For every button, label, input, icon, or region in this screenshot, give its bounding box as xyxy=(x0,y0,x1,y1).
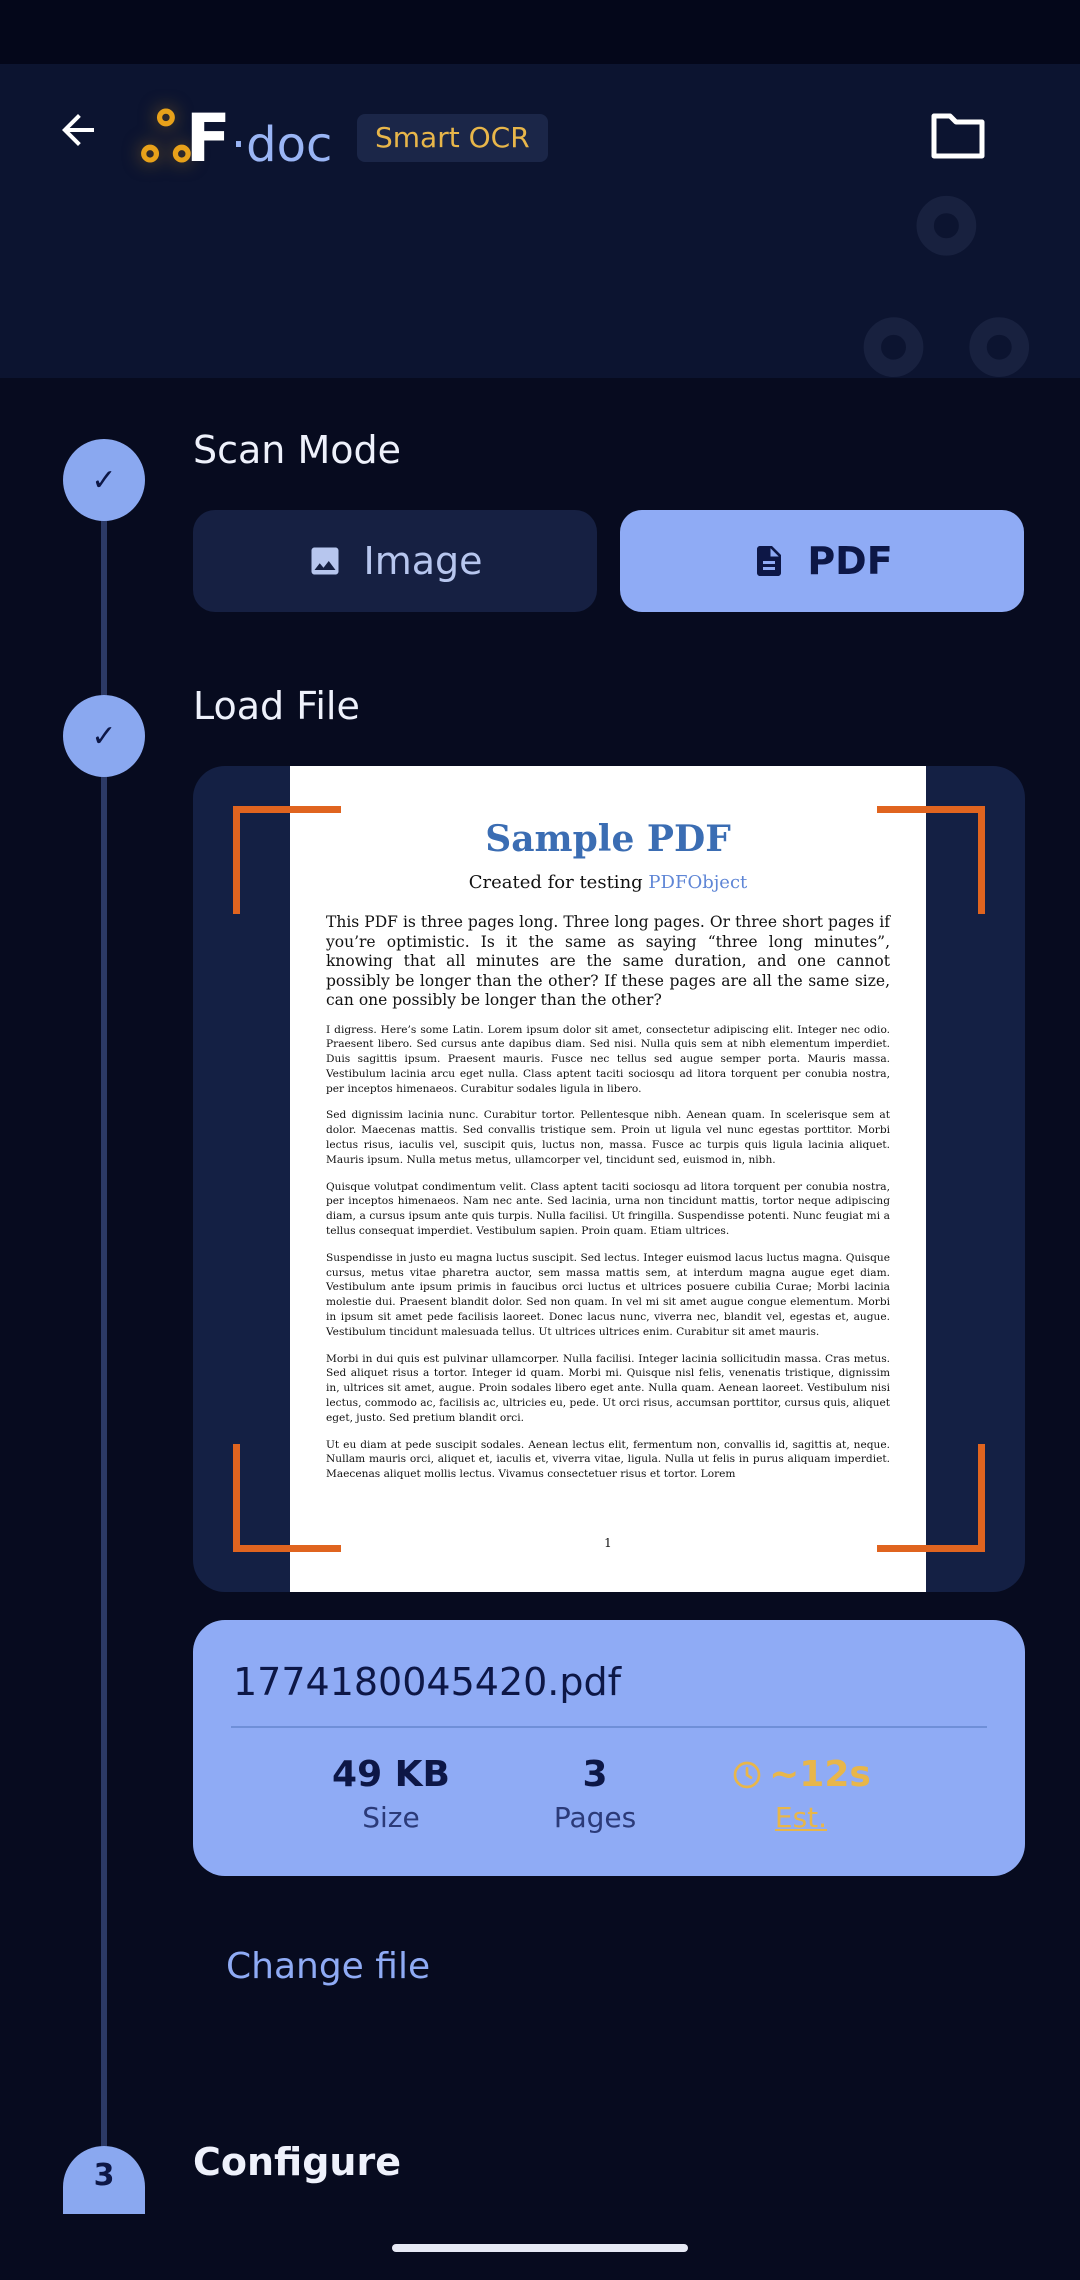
doc-subtitle-prefix: Created for testing xyxy=(468,872,649,893)
doc-page-number: 1 xyxy=(604,1536,612,1550)
step-3-number: 3 xyxy=(93,2158,115,2193)
file-preview: Sample PDF Created for testing PDFObject… xyxy=(193,766,1025,1592)
doc-paragraph: Suspendisse in justo eu magna luctus sus… xyxy=(326,1251,890,1338)
smart-ocr-badge: Smart OCR xyxy=(357,114,548,162)
change-file-button[interactable]: Change file xyxy=(226,1946,430,1987)
image-icon xyxy=(311,547,339,575)
estimated-time-label: Est. xyxy=(774,1801,828,1834)
scan-mode-image-button[interactable]: Image xyxy=(193,510,597,612)
check-icon: ✓ xyxy=(91,462,117,498)
doc-lead-paragraph: This PDF is three pages long. Three long… xyxy=(326,913,890,1009)
file-card-divider xyxy=(231,1726,987,1728)
doc-paragraph: Sed dignissim lacinia nunc. Curabitur to… xyxy=(326,1109,890,1166)
logo-doc-text: ·doc xyxy=(231,103,333,187)
file-size-stat: 49 KB Size xyxy=(291,1754,491,1834)
crop-corner-top-left xyxy=(233,806,341,914)
file-pages-value: 3 xyxy=(582,1754,608,1795)
logo-doc-word: doc xyxy=(246,117,333,173)
doc-subtitle-link: PDFObject xyxy=(648,872,748,893)
doc-title: Sample PDF xyxy=(485,818,731,860)
back-button[interactable] xyxy=(44,96,112,164)
doc-subtitle: Created for testing PDFObject xyxy=(326,872,890,893)
clock-icon xyxy=(733,1761,761,1788)
step-2-title: Load File xyxy=(193,684,360,728)
step-3-title: Configure xyxy=(193,2140,401,2184)
file-pages-stat: 3 Pages xyxy=(495,1754,695,1834)
folder-icon xyxy=(931,113,985,159)
doc-paragraph: Morbi in dui quis est pulvinar ullamcorp… xyxy=(326,1352,890,1424)
logo-dot: · xyxy=(230,117,247,173)
doc-paragraph: I digress. Here’s some Latin. Lorem ipsu… xyxy=(326,1023,890,1095)
step-1-title: Scan Mode xyxy=(193,428,401,472)
logo-watermark: ஃ xyxy=(860,164,1033,379)
status-bar xyxy=(0,0,1080,64)
crop-corner-top-right xyxy=(877,806,985,914)
doc-paragraph: Quisque volutpat condimentum velit. Clas… xyxy=(326,1180,890,1238)
scan-mode-pdf-button[interactable]: PDF xyxy=(620,510,1024,612)
logo-glyph: ஃ xyxy=(140,99,192,177)
estimated-time-stat: ~12s Est. xyxy=(701,1754,901,1834)
app-logo: ஃ F ·doc xyxy=(140,96,332,180)
file-info-card: 1774180045420.pdf 49 KB Size 3 Pages ~12… xyxy=(193,1620,1025,1876)
pdf-page-preview: Sample PDF Created for testing PDFObject… xyxy=(290,766,926,1592)
open-folder-button[interactable] xyxy=(922,100,994,172)
check-icon: ✓ xyxy=(91,718,117,754)
file-pages-label: Pages xyxy=(553,1801,637,1834)
logo-letter-f: F xyxy=(185,100,231,177)
crop-corner-bottom-left xyxy=(233,1444,341,1552)
doc-paragraph: Ut eu diam at pede suscipit sodales. Aen… xyxy=(326,1438,890,1481)
crop-corner-bottom-right xyxy=(877,1444,985,1552)
step-3-indicator: 3 xyxy=(63,2146,145,2214)
scan-mode-pdf-label: PDF xyxy=(807,539,893,583)
file-name: 1774180045420.pdf xyxy=(233,1660,621,1704)
home-indicator[interactable] xyxy=(392,2244,688,2252)
step-2-indicator: ✓ xyxy=(63,695,145,777)
file-size-label: Size xyxy=(362,1801,420,1834)
step-1-indicator: ✓ xyxy=(63,439,145,521)
scan-mode-image-label: Image xyxy=(363,539,483,583)
arrow-left-icon xyxy=(62,114,94,146)
file-size-value: 49 KB xyxy=(332,1754,450,1795)
document-icon xyxy=(757,546,782,576)
estimated-time-value: ~12s xyxy=(769,1754,871,1795)
